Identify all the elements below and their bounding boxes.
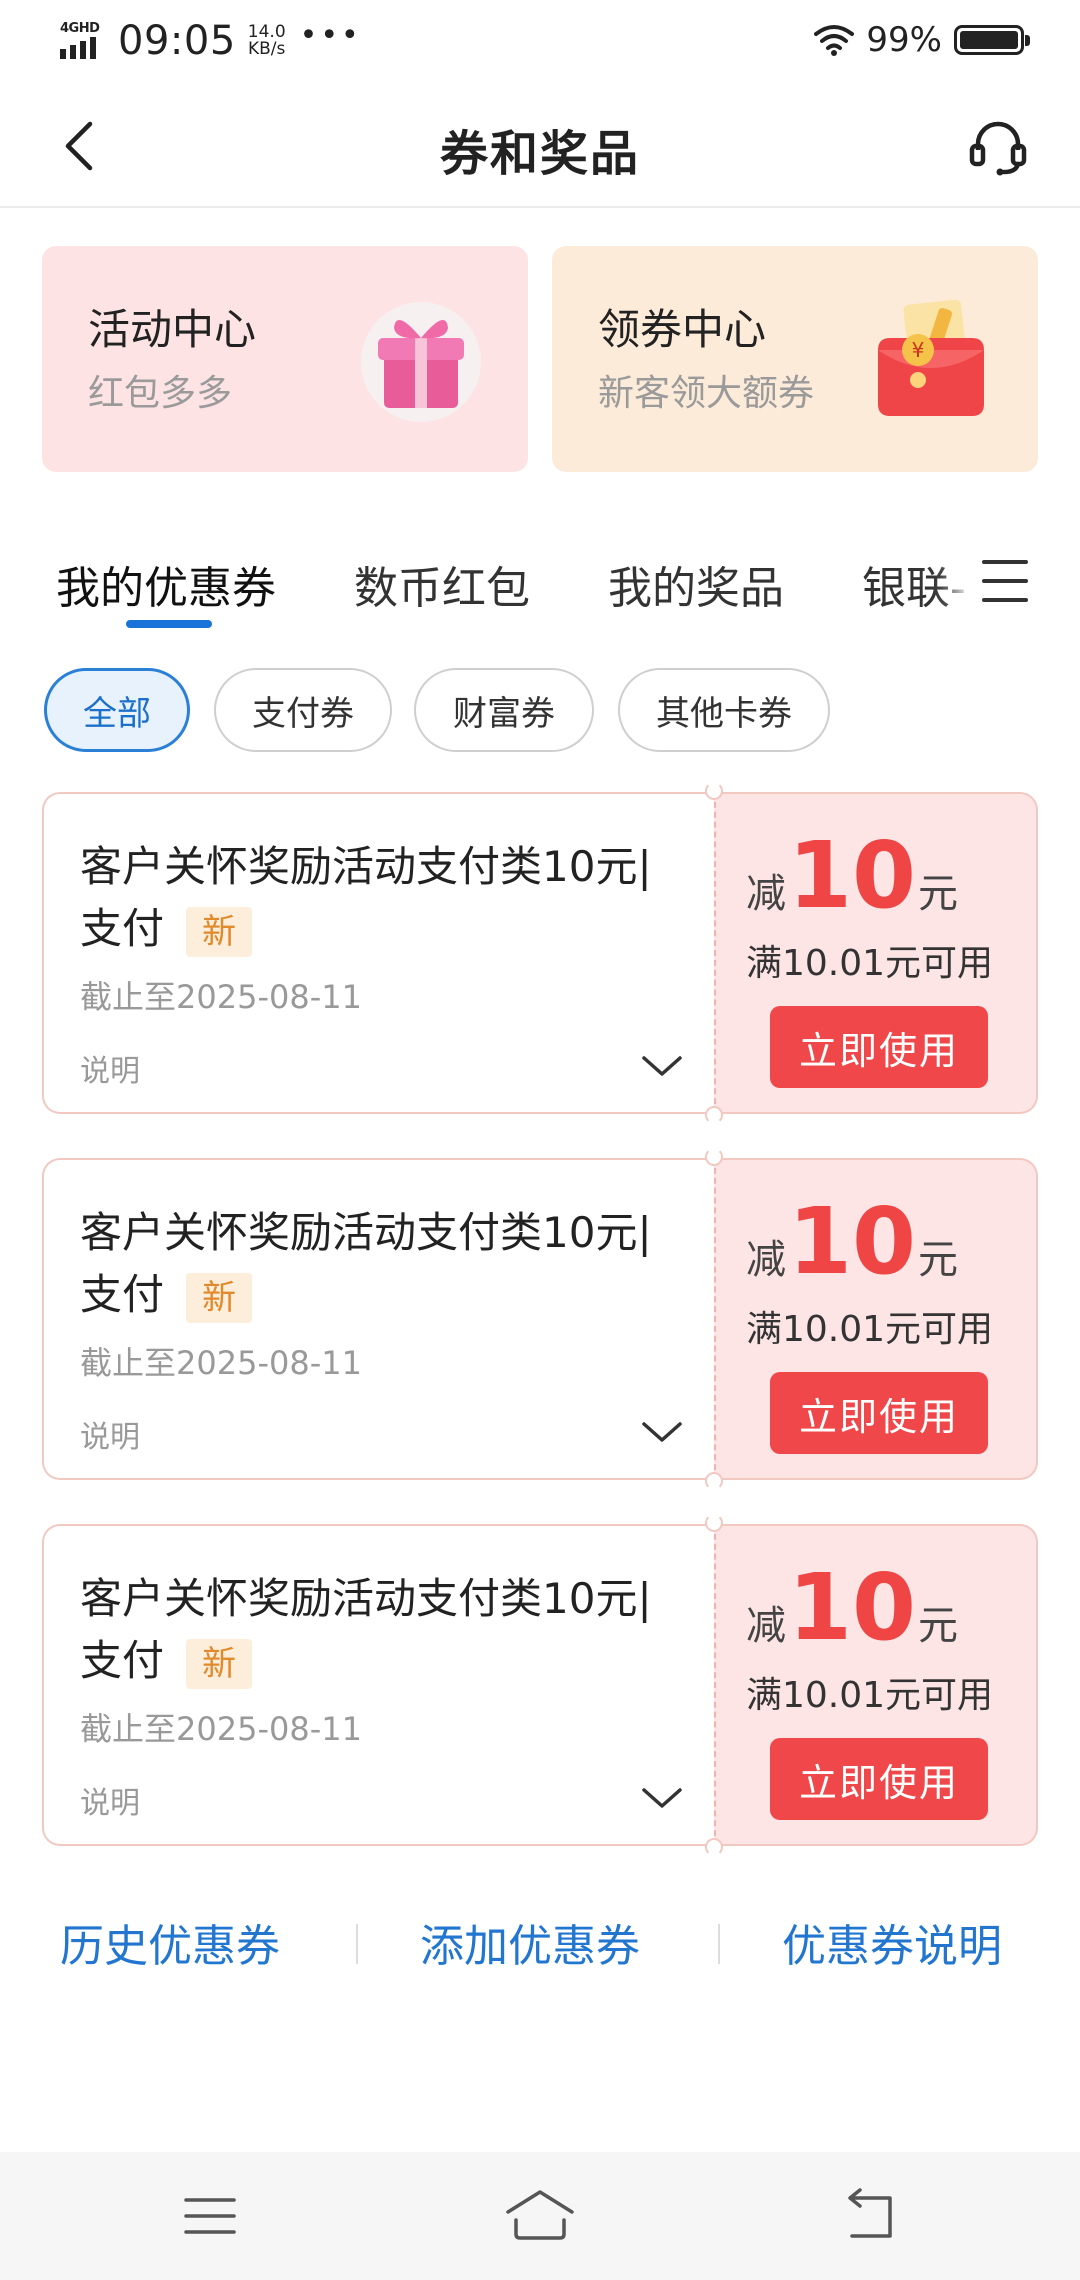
footer-links: 历史优惠券 添加优惠券 优惠券说明 bbox=[0, 1900, 1080, 1980]
divider bbox=[356, 1924, 358, 1964]
amount-unit: 元 bbox=[918, 1603, 959, 1649]
add-coupon-link[interactable]: 添加优惠券 bbox=[420, 1910, 640, 1974]
amount-prefix: 减 bbox=[746, 871, 786, 917]
new-badge: 新 bbox=[186, 906, 253, 957]
coupon-title: 客户关怀奖励活动支付类10元|支付新 bbox=[80, 836, 680, 960]
speed-unit: KB/s bbox=[248, 39, 286, 59]
coupon-card: 客户关怀奖励活动支付类10元|支付新 截止至2025-08-11 说明 减 10… bbox=[42, 1148, 1038, 1490]
new-badge: 新 bbox=[186, 1272, 253, 1323]
page-title: 券和奖品 bbox=[439, 126, 640, 182]
battery-icon bbox=[954, 25, 1030, 55]
coupon-amount: 减 10 元 bbox=[746, 830, 958, 922]
coupon-description-toggle[interactable]: 说明 bbox=[80, 1046, 140, 1090]
coupon-title-text: 客户关怀奖励活动支付类10元|支付 bbox=[80, 1574, 652, 1685]
history-coupons-link[interactable]: 历史优惠券 bbox=[60, 1910, 280, 1974]
activity-center-card[interactable]: 活动中心 红包多多 bbox=[42, 246, 528, 472]
active-tab-indicator bbox=[126, 620, 212, 628]
coupon-explanation-link[interactable]: 优惠券说明 bbox=[782, 1910, 1002, 1974]
home-icon[interactable] bbox=[504, 2186, 576, 2246]
coupon-expiry: 截止至2025-08-11 bbox=[80, 978, 362, 1016]
coupon-condition: 满10.01元可用 bbox=[746, 1675, 994, 1716]
filter-all[interactable]: 全部 bbox=[44, 668, 190, 752]
coupon-condition: 满10.01元可用 bbox=[746, 1309, 994, 1350]
coupon-amount: 减 10 元 bbox=[746, 1196, 958, 1288]
coupon-amount: 减 10 元 bbox=[746, 1562, 958, 1654]
red-envelope-coupon-icon: ¥ bbox=[878, 299, 984, 416]
amount-prefix: 减 bbox=[746, 1237, 786, 1283]
new-badge: 新 bbox=[186, 1638, 253, 1689]
coupon-notch bbox=[705, 1106, 723, 1124]
network-speed: 14.0 KB/s bbox=[248, 24, 286, 58]
coupon-notch bbox=[705, 1472, 723, 1490]
status-bar: 4GHD 09:05 14.0 KB/s ••• 99% bbox=[0, 0, 1080, 84]
promo-subtitle: 新客领大额券 bbox=[598, 373, 815, 414]
signal-icon: 4GHD bbox=[60, 19, 106, 63]
coupon-center-card[interactable]: 领券中心 新客领大额券 ¥ bbox=[552, 246, 1038, 472]
wifi-icon bbox=[814, 25, 855, 56]
coupon-title-text: 客户关怀奖励活动支付类10元|支付 bbox=[80, 1208, 652, 1319]
use-now-button[interactable]: 立即使用 bbox=[770, 1372, 988, 1454]
status-time: 09:05 bbox=[118, 18, 236, 64]
amount-unit: 元 bbox=[918, 871, 959, 917]
chevron-down-icon[interactable] bbox=[640, 1784, 684, 1812]
amount-prefix: 减 bbox=[746, 1603, 786, 1649]
amount-unit: 元 bbox=[918, 1237, 959, 1283]
coupon-tabs: 我的优惠券 数币红包 我的奖品 银联- bbox=[0, 540, 1080, 640]
filter-chips: 全部 支付券 财富券 其他卡券 bbox=[0, 668, 1080, 754]
navigation-bar: 券和奖品 bbox=[0, 84, 1080, 208]
network-type: 4GHD bbox=[60, 21, 100, 36]
promo-title: 领券中心 bbox=[598, 305, 767, 354]
promo-title: 活动中心 bbox=[88, 305, 257, 354]
more-notifications-icon: ••• bbox=[299, 18, 362, 53]
use-now-button[interactable]: 立即使用 bbox=[770, 1738, 988, 1820]
filter-payment[interactable]: 支付券 bbox=[214, 668, 392, 752]
coupon-card: 客户关怀奖励活动支付类10元|支付新 截止至2025-08-11 说明 减 10… bbox=[42, 782, 1038, 1124]
amount-value: 10 bbox=[788, 1188, 917, 1295]
coupon-card: 客户关怀奖励活动支付类10元|支付新 截止至2025-08-11 说明 减 10… bbox=[42, 1514, 1038, 1856]
coupon-expiry: 截止至2025-08-11 bbox=[80, 1710, 362, 1748]
coupon-condition: 满10.01元可用 bbox=[746, 943, 994, 984]
chevron-down-icon[interactable] bbox=[640, 1052, 684, 1080]
filter-other-cards[interactable]: 其他卡券 bbox=[618, 668, 830, 752]
chevron-down-icon[interactable] bbox=[640, 1418, 684, 1446]
back-nav-icon[interactable] bbox=[840, 2186, 900, 2246]
coupon-description-toggle[interactable]: 说明 bbox=[80, 1412, 140, 1456]
filter-wealth[interactable]: 财富券 bbox=[414, 668, 594, 752]
coupon-notch bbox=[705, 1148, 723, 1166]
battery-percent: 99% bbox=[866, 20, 942, 60]
svg-text:¥: ¥ bbox=[912, 338, 925, 362]
tab-my-coupons[interactable]: 我的优惠券 bbox=[56, 552, 276, 616]
coupon-notch bbox=[705, 1838, 723, 1856]
coupon-title-text: 客户关怀奖励活动支付类10元|支付 bbox=[80, 842, 652, 953]
coupon-title: 客户关怀奖励活动支付类10元|支付新 bbox=[80, 1202, 680, 1326]
gift-box-icon bbox=[361, 302, 481, 422]
coupon-notch bbox=[705, 1514, 723, 1532]
headset-icon[interactable] bbox=[966, 114, 1030, 178]
amount-value: 10 bbox=[788, 1554, 917, 1661]
promo-subtitle: 红包多多 bbox=[88, 373, 233, 414]
tab-my-prizes[interactable]: 我的奖品 bbox=[608, 552, 784, 616]
tab-unionpay[interactable]: 银联- bbox=[862, 552, 966, 616]
coupon-notch bbox=[705, 782, 723, 800]
divider bbox=[718, 1924, 720, 1964]
coupon-expiry: 截止至2025-08-11 bbox=[80, 1344, 362, 1382]
menu-icon[interactable] bbox=[980, 556, 1030, 606]
coupon-description-toggle[interactable]: 说明 bbox=[80, 1778, 140, 1822]
system-navigation-bar bbox=[0, 2152, 1080, 2280]
tab-digital-red-packets[interactable]: 数币红包 bbox=[354, 552, 530, 616]
use-now-button[interactable]: 立即使用 bbox=[770, 1006, 988, 1088]
coupon-title: 客户关怀奖励活动支付类10元|支付新 bbox=[80, 1568, 680, 1692]
amount-value: 10 bbox=[788, 822, 917, 929]
menu-icon[interactable] bbox=[180, 2186, 240, 2246]
